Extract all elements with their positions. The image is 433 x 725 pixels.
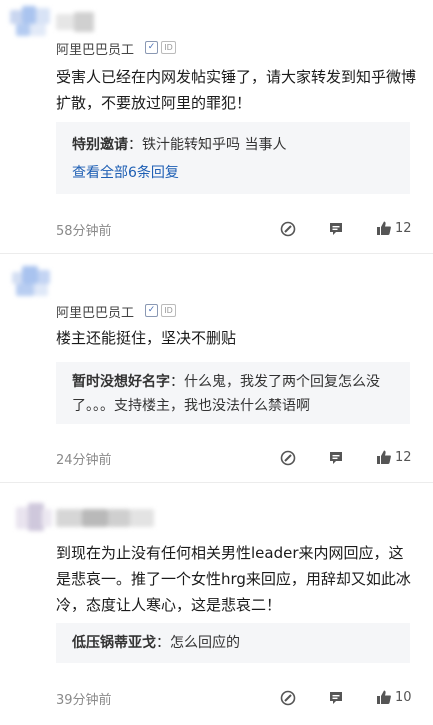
reply-preview[interactable]: 低压锅蒂亚戈：怎么回应的 bbox=[56, 623, 410, 663]
verified-icon: ✓ bbox=[145, 41, 158, 54]
like-count: 12 bbox=[395, 221, 412, 236]
view-all-replies-link[interactable]: 查看全部6条回复 bbox=[72, 162, 179, 182]
timestamp: 58分钟前 bbox=[56, 224, 112, 239]
comment-icon[interactable] bbox=[328, 690, 344, 706]
verified-icon: ✓ bbox=[145, 304, 158, 317]
reply-line: 低压锅蒂亚戈：怎么回应的 bbox=[72, 631, 240, 655]
blurred-username bbox=[56, 10, 96, 34]
timestamp: 39分钟前 bbox=[56, 693, 112, 708]
like-count: 12 bbox=[395, 450, 412, 465]
reply-separator: ： bbox=[170, 374, 184, 390]
comment-icon[interactable] bbox=[328, 450, 344, 466]
edit-icon[interactable] bbox=[280, 690, 296, 706]
reply-author[interactable]: 特别邀请 bbox=[72, 137, 128, 153]
avatar[interactable] bbox=[12, 266, 54, 300]
reply-text: 铁汁能转知乎吗 当事人 bbox=[142, 137, 287, 153]
reply-author[interactable]: 低压锅蒂亚戈 bbox=[72, 635, 156, 651]
reply-line: 暂时没想好名字：什么鬼，我发了两个回复怎么没了。。。支持楼主，我也没法什么禁语啊 bbox=[72, 370, 400, 418]
reply-separator: ： bbox=[128, 137, 142, 153]
reply-author[interactable]: 暂时没想好名字 bbox=[72, 374, 170, 390]
post-content: 楼主还能挺住，坚决不删贴 bbox=[56, 329, 237, 347]
author-name[interactable]: 阿里巴巴员工 bbox=[56, 39, 134, 58]
blurred-username bbox=[56, 506, 156, 530]
divider bbox=[0, 482, 433, 483]
edit-icon[interactable] bbox=[280, 450, 296, 466]
post-content: 到现在为止没有任何相关男性leader来内网回应，这是悲哀一。推了一个女性hrg… bbox=[56, 544, 411, 614]
id-badge: ID bbox=[161, 41, 176, 54]
id-badge: ID bbox=[161, 304, 176, 317]
thumbs-up-icon[interactable] bbox=[376, 220, 392, 236]
edit-icon[interactable] bbox=[280, 221, 296, 237]
thumbs-up-icon[interactable] bbox=[376, 689, 392, 705]
thumbs-up-icon[interactable] bbox=[376, 449, 392, 465]
timestamp: 24分钟前 bbox=[56, 453, 112, 468]
divider bbox=[0, 253, 433, 254]
author-name[interactable]: 阿里巴巴员工 bbox=[56, 302, 134, 321]
reply-preview[interactable]: 特别邀请：铁汁能转知乎吗 当事人 查看全部6条回复 bbox=[56, 122, 410, 194]
reply-line: 特别邀请：铁汁能转知乎吗 当事人 bbox=[72, 133, 286, 157]
comment-icon[interactable] bbox=[328, 221, 344, 237]
avatar[interactable] bbox=[10, 6, 54, 40]
reply-text: 怎么回应的 bbox=[170, 635, 240, 651]
post-content: 受害人已经在内网发帖实锤了，请大家转发到知乎微博扩散，不要放过阿里的罪犯！ bbox=[56, 68, 417, 112]
avatar[interactable] bbox=[16, 503, 54, 533]
like-count: 10 bbox=[395, 690, 412, 705]
reply-preview[interactable]: 暂时没想好名字：什么鬼，我发了两个回复怎么没了。。。支持楼主，我也没法什么禁语啊 bbox=[56, 362, 410, 424]
reply-separator: ： bbox=[156, 635, 170, 651]
